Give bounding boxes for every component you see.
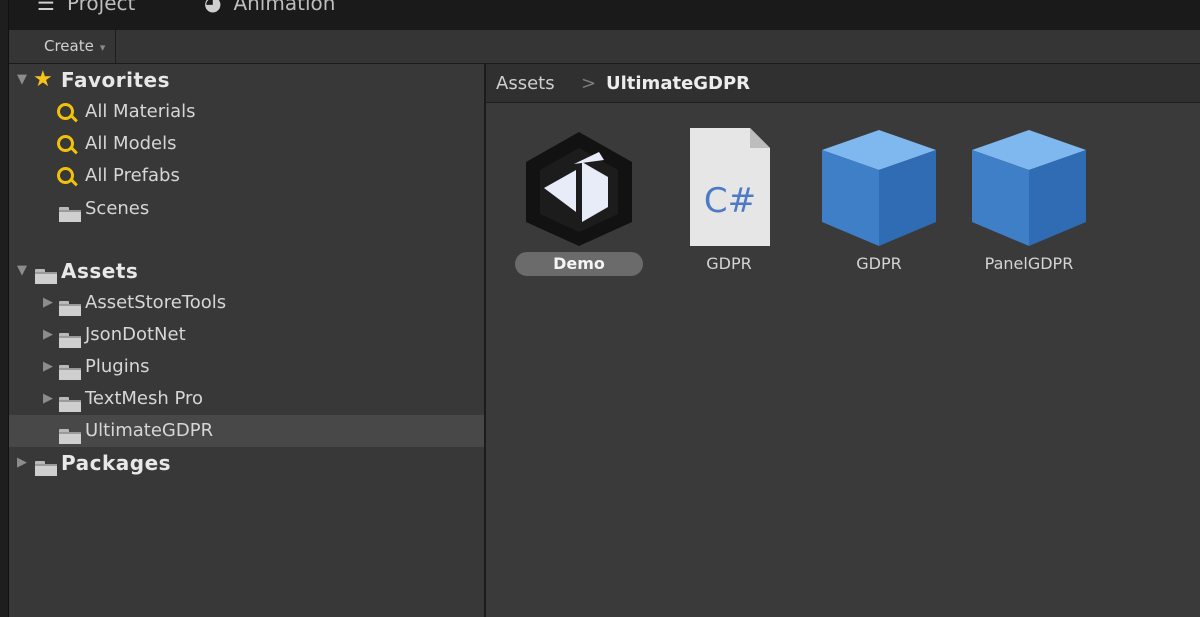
tab-animation-label: Animation bbox=[233, 0, 336, 15]
tree-item-jsondotnet[interactable]: ▶ JsonDotNet bbox=[9, 319, 484, 351]
project-window: ☰ Project ◕ Animation Create ▾ ▼ ★ Favori… bbox=[0, 0, 1200, 617]
asset-panelgdpr-prefab[interactable]: PanelGDPR bbox=[954, 124, 1104, 284]
tree-item-all-materials[interactable]: All Materials bbox=[9, 96, 484, 128]
asset-demo[interactable]: Demo bbox=[504, 124, 654, 284]
breadcrumb: Assets > UltimateGDPR bbox=[486, 64, 1200, 103]
tab-animation[interactable]: ◕ Animation bbox=[204, 0, 335, 20]
list-icon: ☰ bbox=[37, 0, 55, 15]
window-edge bbox=[0, 0, 9, 617]
prefab-cube-icon bbox=[972, 130, 1086, 246]
caret-down-icon: ▾ bbox=[99, 41, 106, 54]
tree-item-label: Assets bbox=[61, 259, 139, 283]
tree-item-label: Scenes bbox=[85, 198, 150, 219]
asset-gdpr-script[interactable]: C# GDPR bbox=[654, 124, 804, 284]
collapse-arrow-icon[interactable]: ▶ bbox=[43, 319, 57, 351]
prefab-cube-icon bbox=[822, 130, 936, 246]
tree-item-packages[interactable]: ▶ Packages bbox=[9, 447, 484, 479]
tab-bar: ☰ Project ◕ Animation bbox=[9, 0, 1200, 30]
tree-item-assets[interactable]: ▼ Assets bbox=[9, 255, 484, 287]
collapse-arrow-icon[interactable]: ▶ bbox=[43, 383, 57, 415]
tree-item-label: Favorites bbox=[61, 68, 171, 92]
asset-label: PanelGDPR bbox=[984, 254, 1074, 273]
tree-item-label: JsonDotNet bbox=[85, 324, 186, 345]
tree-item-label: AssetStoreTools bbox=[85, 292, 227, 313]
tree-item-label: All Materials bbox=[85, 101, 196, 122]
tree-item-textmesh-pro[interactable]: ▶ TextMesh Pro bbox=[9, 383, 484, 415]
tree-item-label: Plugins bbox=[85, 356, 150, 377]
tree-item-label: Packages bbox=[61, 451, 172, 475]
clock-icon: ◕ bbox=[204, 0, 222, 15]
tree-item-label: All Prefabs bbox=[85, 165, 180, 186]
expand-arrow-icon[interactable]: ▼ bbox=[17, 64, 31, 96]
collapse-arrow-icon[interactable]: ▶ bbox=[43, 351, 57, 383]
create-button[interactable]: Create ▾ bbox=[34, 30, 117, 63]
collapse-arrow-icon[interactable]: ▶ bbox=[17, 447, 31, 479]
tree-item-label: UltimateGDPR bbox=[85, 420, 214, 441]
project-toolbar: Create ▾ bbox=[9, 30, 1200, 64]
folder-tree-panel: ▼ ★ Favorites All Materials All Models A… bbox=[9, 64, 486, 617]
expand-arrow-icon[interactable]: ▼ bbox=[17, 255, 31, 287]
tree-item-all-models[interactable]: All Models bbox=[9, 128, 484, 160]
unity-scene-icon bbox=[526, 132, 632, 246]
tree-item-ultimategdpr[interactable]: UltimateGDPR bbox=[9, 415, 484, 447]
folder-icon bbox=[35, 455, 57, 487]
asset-name-demo: Demo bbox=[504, 252, 654, 276]
asset-gdpr-prefab[interactable]: GDPR bbox=[804, 124, 954, 284]
scene-folder-icon bbox=[59, 201, 81, 233]
breadcrumb-current[interactable]: UltimateGDPR bbox=[606, 64, 750, 104]
asset-label: GDPR bbox=[706, 254, 752, 273]
tree-item-assetstoretools[interactable]: ▶ AssetStoreTools bbox=[9, 287, 484, 319]
asset-grid-panel: Assets > UltimateGDPR Demo C# GDPR GDPR … bbox=[486, 64, 1200, 617]
create-label: Create bbox=[44, 37, 94, 55]
tree-item-label: TextMesh Pro bbox=[85, 388, 204, 409]
tab-project-label: Project bbox=[66, 0, 136, 15]
breadcrumb-separator-icon: > bbox=[581, 73, 597, 94]
breadcrumb-assets[interactable]: Assets bbox=[496, 64, 555, 104]
tree-item-plugins[interactable]: ▶ Plugins bbox=[9, 351, 484, 383]
tree-item-label: All Models bbox=[85, 133, 177, 154]
csharp-script-icon: C# bbox=[690, 128, 770, 246]
tree-item-all-prefabs[interactable]: All Prefabs bbox=[9, 160, 484, 192]
tab-project[interactable]: ☰ Project bbox=[37, 0, 135, 20]
star-icon: ★ bbox=[33, 67, 53, 92]
csharp-label: C# bbox=[704, 181, 756, 221]
tree-item-scenes[interactable]: Scenes bbox=[9, 193, 484, 225]
tree-item-favorites[interactable]: ▼ ★ Favorites bbox=[9, 64, 484, 96]
asset-label: Demo bbox=[515, 252, 643, 276]
asset-label: GDPR bbox=[856, 254, 902, 273]
collapse-arrow-icon[interactable]: ▶ bbox=[43, 287, 57, 319]
